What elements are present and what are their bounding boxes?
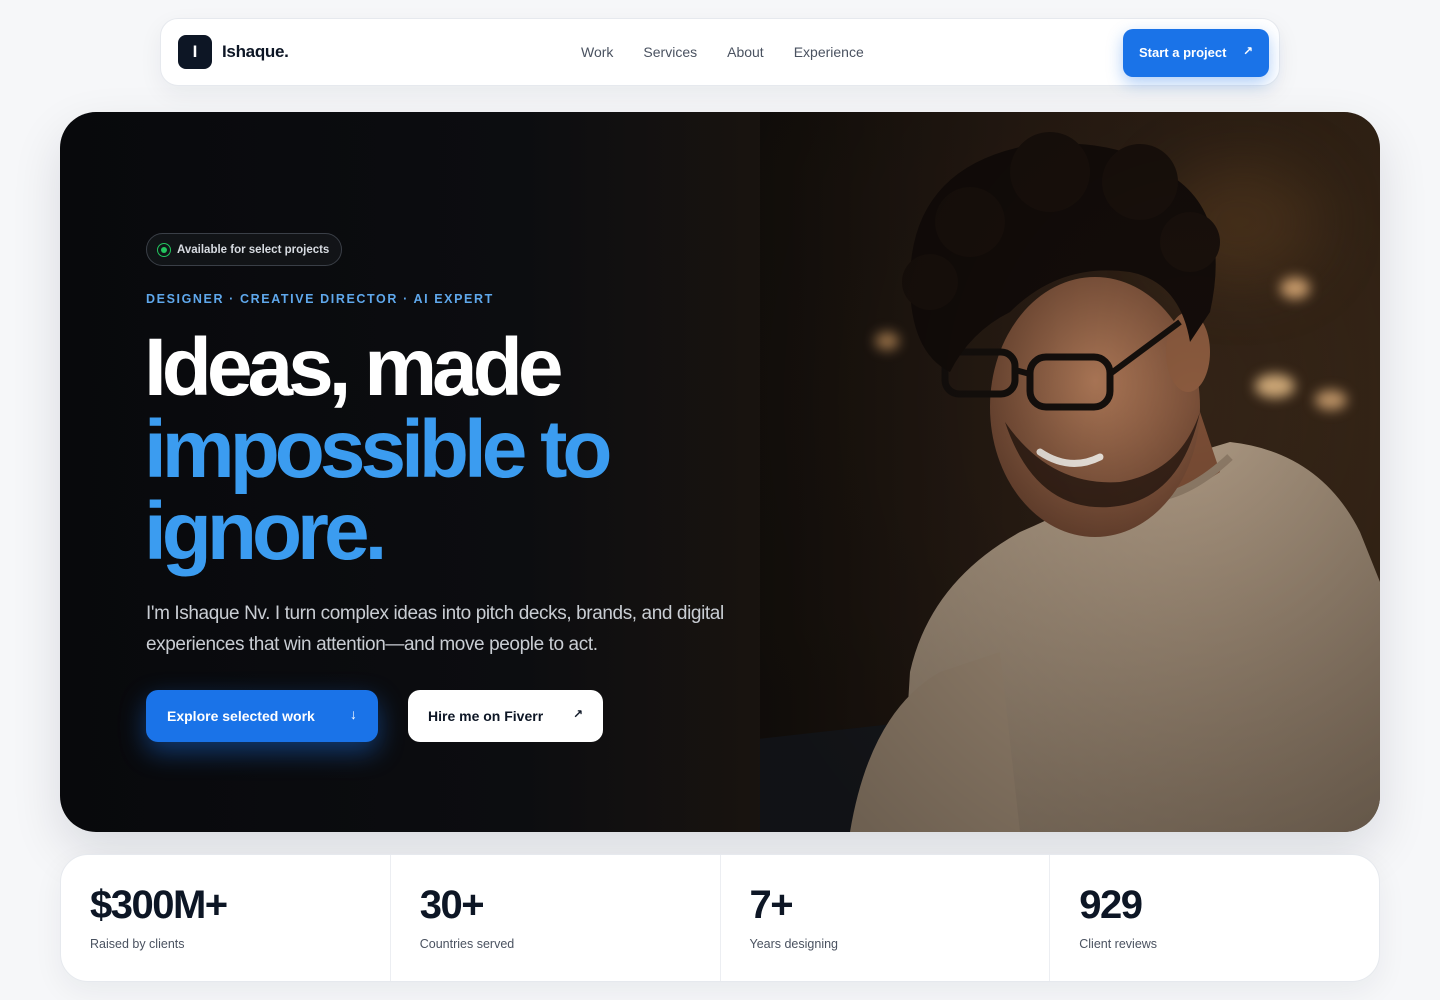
nav-links: Work Services About Experience (581, 44, 864, 60)
stat-label: Raised by clients (90, 937, 185, 951)
stat-label: Client reviews (1079, 937, 1158, 951)
headline-line-2: impossible to (144, 404, 613, 495)
hero-section: Available for select projects DESIGNER ·… (60, 112, 1380, 832)
stat-item: 929 Client reviews (1050, 855, 1379, 981)
explore-work-button[interactable]: Explore selected work ↓ (146, 690, 378, 742)
nav-link-about[interactable]: About (727, 44, 764, 60)
arrow-down-icon: ↓ (350, 706, 357, 722)
nav-link-work[interactable]: Work (581, 44, 613, 60)
stat-value: $300M+ (90, 883, 228, 927)
arrow-up-right-icon: ↗ (572, 707, 583, 721)
roles-tagline: DESIGNER · CREATIVE DIRECTOR · AI EXPERT (146, 292, 494, 306)
hero-headline: Ideas, made impossible to ignore. (144, 322, 613, 577)
top-navbar: I Ishaque. Work Services About Experienc… (160, 18, 1280, 86)
stat-item: $300M+ Raised by clients (61, 855, 391, 981)
start-project-label: Start a project (1139, 45, 1227, 60)
hire-fiverr-button[interactable]: Hire me on Fiverr ↗ (408, 690, 603, 742)
brand-name[interactable]: Ishaque. (222, 42, 289, 62)
availability-badge: Available for select projects (146, 233, 343, 266)
portrait-photo (760, 112, 1380, 832)
headline-line-3: ignore. (144, 486, 387, 577)
stat-value: 30+ (419, 883, 485, 927)
stat-label: Years designing (749, 937, 839, 951)
nav-link-services[interactable]: Services (643, 44, 697, 60)
stat-item: 30+ Countries served (391, 855, 721, 981)
page: I Ishaque. Work Services About Experienc… (0, 0, 1440, 1000)
logo-mark[interactable]: I (178, 35, 212, 69)
hero-subtext: I'm Ishaque Nv. I turn complex ideas int… (146, 603, 724, 655)
arrow-up-right-icon: ↗ (1242, 44, 1253, 58)
stat-item: 7+ Years designing (721, 855, 1051, 981)
stat-label: Countries served (419, 937, 515, 951)
headline-line-1: Ideas, made (144, 322, 563, 413)
stats-bar: $300M+ Raised by clients 30+ Countries s… (60, 854, 1380, 982)
nav-link-experience[interactable]: Experience (794, 44, 864, 60)
stat-value: 7+ (749, 883, 794, 927)
availability-text: Available for select projects (177, 243, 330, 256)
status-dot-icon (157, 242, 171, 257)
start-project-button[interactable]: Start a project ↗ (1123, 29, 1269, 77)
hire-fiverr-label: Hire me on Fiverr (428, 708, 544, 724)
explore-work-label: Explore selected work (167, 708, 315, 724)
stat-value: 929 (1079, 883, 1143, 927)
